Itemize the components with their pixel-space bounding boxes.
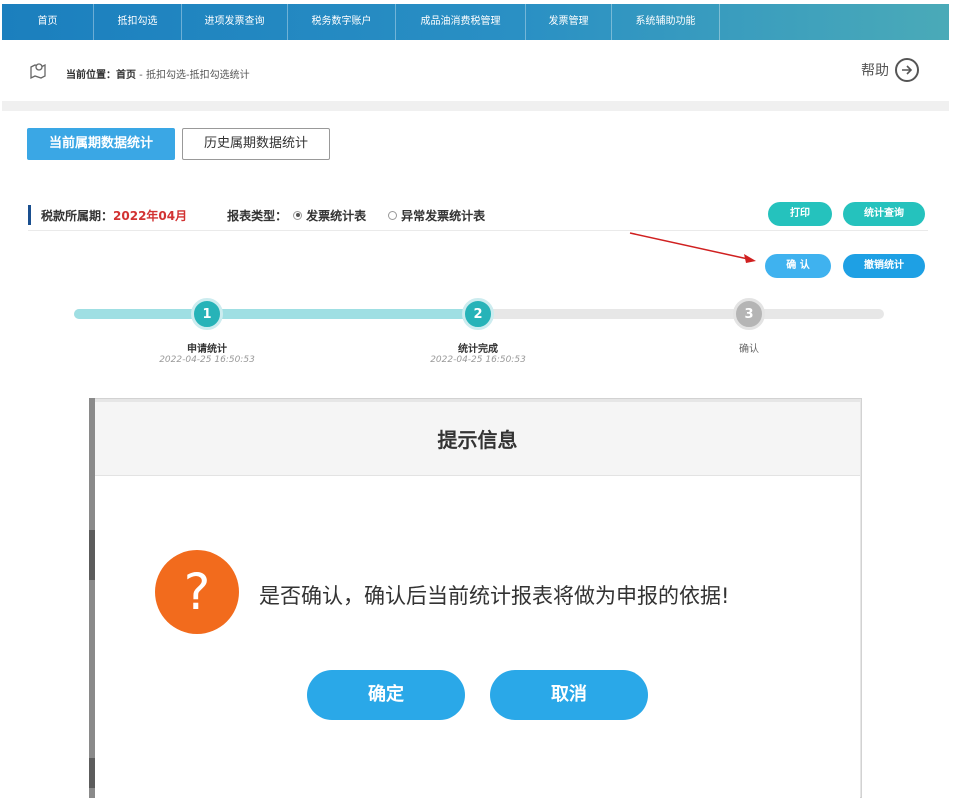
progress-fill	[74, 309, 480, 319]
print-button[interactable]: 打印	[768, 202, 832, 226]
period-value: 2022年04月	[113, 208, 188, 223]
radio-abnormal-stats[interactable]	[388, 210, 398, 220]
arrow-right-icon	[895, 58, 919, 82]
section-divider	[2, 101, 949, 111]
nav-item-oil-tax[interactable]: 成品油消费税管理	[396, 4, 526, 40]
tab-history-period[interactable]: 历史属期数据统计	[182, 128, 330, 160]
confirm-button[interactable]: 确 认	[765, 254, 831, 278]
row-divider	[28, 230, 928, 231]
radio-invoice-stats-label[interactable]: 发票统计表	[306, 207, 366, 224]
period-label: 税款所属期：	[41, 208, 114, 223]
top-nav: 首页 抵扣勾选 进项发票查询 税务数字账户 成品油消费税管理 发票管理 系统辅助…	[2, 4, 949, 40]
info-row: 税款所属期： 2022年04月 报表类型： 发票统计表 异常发票统计表	[28, 204, 501, 226]
nav-item-invoice-query[interactable]: 进项发票查询	[182, 4, 288, 40]
step-3-label: 确认	[739, 344, 759, 355]
revoke-stats-button[interactable]: 撤销统计	[843, 254, 925, 278]
help-label: 帮助	[861, 63, 889, 79]
tab-current-period[interactable]: 当前属期数据统计	[27, 128, 175, 160]
radio-invoice-stats[interactable]	[293, 210, 303, 220]
step-1-circle: 1	[191, 298, 223, 330]
nav-item-tax-account[interactable]: 税务数字账户	[288, 4, 396, 40]
nav-item-system-tools[interactable]: 系统辅助功能	[612, 4, 720, 40]
nav-item-invoice-manage[interactable]: 发票管理	[526, 4, 612, 40]
dialog-ok-button[interactable]: 确定	[307, 670, 465, 720]
accent-bar	[28, 205, 31, 225]
map-pin-icon	[30, 63, 46, 80]
stats-query-button[interactable]: 统计查询	[843, 202, 925, 226]
breadcrumb-path: - 抵扣勾选-抵扣勾选统计	[136, 70, 250, 81]
step-3-circle: 3	[733, 298, 765, 330]
step-2-circle: 2	[462, 298, 494, 330]
dialog-title: 提示信息	[95, 402, 860, 476]
step-2-label: 统计完成	[458, 344, 498, 355]
nav-item-deduction[interactable]: 抵扣勾选	[94, 4, 182, 40]
nav-item-home[interactable]: 首页	[2, 4, 94, 40]
step-1-label: 申请统计	[187, 344, 227, 355]
breadcrumb-prefix[interactable]: 当前位置：首页	[66, 70, 136, 81]
page: 首页 抵扣勾选 进项发票查询 税务数字账户 成品油消费税管理 发票管理 系统辅助…	[0, 0, 953, 798]
step-1-time: 2022-04-25 16:50:53	[159, 355, 255, 365]
radio-abnormal-stats-label[interactable]: 异常发票统计表	[401, 207, 485, 224]
report-type-label: 报表类型：	[227, 208, 288, 223]
breadcrumb-bar: 当前位置：首页 - 抵扣勾选-抵扣勾选统计 帮助	[2, 44, 949, 100]
dialog-message: 是否确认，确认后当前统计报表将做为申报的依据!	[259, 584, 730, 608]
help-button[interactable]: 帮助	[861, 58, 919, 82]
confirm-dialog: 提示信息 ? 是否确认，确认后当前统计报表将做为申报的依据! 确定 取消	[95, 402, 860, 798]
breadcrumb: 当前位置：首页 - 抵扣勾选-抵扣勾选统计	[66, 66, 250, 81]
question-icon: ?	[155, 550, 239, 634]
dialog-cancel-button[interactable]: 取消	[490, 670, 648, 720]
step-2-time: 2022-04-25 16:50:53	[430, 355, 526, 365]
